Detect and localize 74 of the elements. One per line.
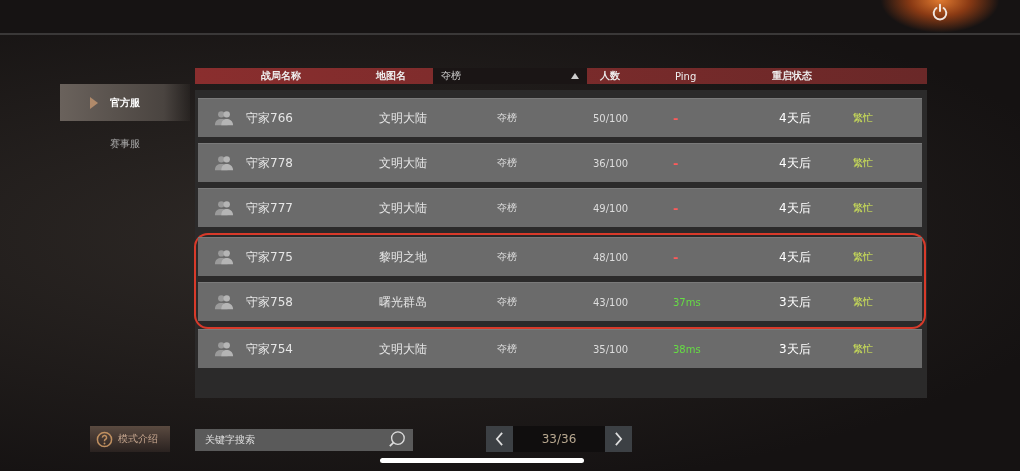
mode-intro-button[interactable]: 模式介绍 (90, 426, 170, 452)
people-icon (214, 109, 234, 127)
map-name: 曙光群岛 (379, 293, 427, 311)
mode-label: 夺榜 (497, 111, 517, 125)
server-row[interactable]: 守家754 文明大陆 夺榜 35/100 38ms 3天后 繁忙 (198, 329, 922, 368)
player-count: 50/100 (593, 112, 629, 124)
server-row[interactable]: 守家775 黎明之地 夺榜 48/100 - 4天后 繁忙 (198, 237, 922, 276)
server-name: 守家754 (246, 340, 293, 358)
server-status: 繁忙 (853, 201, 873, 215)
column-header: 重启状态 (772, 69, 812, 83)
server-status: 繁忙 (853, 156, 873, 170)
sidebar-tab[interactable]: 赛事服 (60, 125, 190, 162)
player-count: 43/100 (593, 296, 629, 308)
server-row[interactable]: 守家778 文明大陆 夺榜 36/100 - 4天后 繁忙 (198, 143, 922, 182)
map-name: 文明大陆 (379, 154, 427, 172)
caret-icon (571, 73, 579, 79)
chevron-left-icon (495, 432, 504, 446)
column-header: Ping (675, 70, 697, 82)
server-status: 繁忙 (853, 111, 873, 125)
next-page-button[interactable] (605, 426, 632, 452)
sidebar-tab[interactable]: 官方服 (60, 84, 190, 121)
map-name: 文明大陆 (379, 340, 427, 358)
chevron-right-icon (614, 432, 623, 446)
ping-value: - (673, 249, 679, 265)
player-count: 49/100 (593, 202, 629, 214)
server-name: 守家775 (246, 248, 293, 266)
mode-label: 夺榜 (497, 250, 517, 264)
page-indicator: 33/36 (513, 426, 605, 452)
people-icon (214, 154, 234, 172)
restart-time: 4天后 (779, 109, 811, 127)
people-icon (214, 248, 234, 266)
search-icon (388, 430, 406, 448)
player-count: 48/100 (593, 251, 629, 263)
people-icon (214, 199, 234, 217)
server-status: 繁忙 (853, 295, 873, 309)
power-icon (931, 3, 949, 21)
ping-value: - (673, 155, 679, 171)
server-row[interactable]: 守家777 文明大陆 夺榜 49/100 - 4天后 繁忙 (198, 188, 922, 227)
people-icon (214, 340, 234, 358)
map-name: 黎明之地 (379, 248, 427, 266)
player-count: 35/100 (593, 343, 629, 355)
restart-time: 4天后 (779, 248, 811, 266)
column-header: 地图名 (376, 69, 406, 83)
mode-label: 夺榜 (497, 342, 517, 356)
server-status: 繁忙 (853, 250, 873, 264)
server-name: 守家777 (246, 199, 293, 217)
map-name: 文明大陆 (379, 199, 427, 217)
server-name: 守家778 (246, 154, 293, 172)
restart-time: 3天后 (779, 293, 811, 311)
previous-page-button[interactable] (486, 426, 513, 452)
search-field[interactable]: 关键字搜索 (195, 428, 413, 451)
help-icon (96, 430, 113, 448)
triangle-icon (90, 96, 98, 109)
ping-value: - (673, 200, 679, 216)
server-name: 守家766 (246, 109, 293, 127)
ping-value: 38ms (673, 343, 701, 355)
server-status: 繁忙 (853, 342, 873, 356)
ping-value: - (673, 110, 679, 126)
mode-label: 夺榜 (497, 201, 517, 215)
map-name: 文明大陆 (379, 109, 427, 127)
restart-time: 3天后 (779, 340, 811, 358)
mode-label: 夺榜 (497, 156, 517, 170)
server-name: 守家758 (246, 293, 293, 311)
ping-value: 37ms (673, 296, 701, 308)
people-icon (214, 293, 234, 311)
server-row[interactable]: 守家766 文明大陆 夺榜 50/100 - 4天后 繁忙 (198, 98, 922, 137)
server-row[interactable]: 守家758 曙光群岛 夺榜 43/100 37ms 3天后 繁忙 (198, 282, 922, 321)
column-header: 战局名称 (261, 69, 301, 83)
restart-time: 4天后 (779, 154, 811, 172)
mode-label: 夺榜 (497, 295, 517, 309)
player-count: 36/100 (593, 157, 629, 169)
column-header: 人数 (600, 69, 620, 83)
mode-dropdown[interactable]: 夺榜 (433, 68, 587, 84)
restart-time: 4天后 (779, 199, 811, 217)
